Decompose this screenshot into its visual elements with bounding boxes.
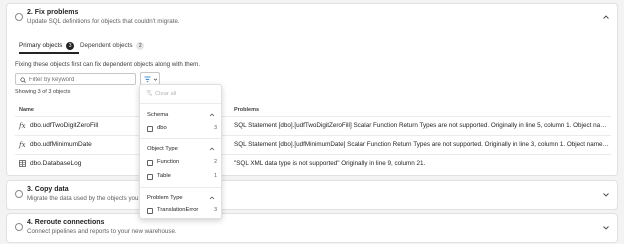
chevron-down-icon[interactable] [602, 224, 610, 232]
section-title-problem-type: Problem Type [147, 195, 183, 201]
table-row[interactable]: fx dbo.udfTwoDigitZeroFill SQL Statement… [15, 117, 611, 135]
row-problem: "SQL XML data type is not supported" Ori… [234, 160, 426, 167]
fix-problems-card: 2. Fix problems Update SQL definitions f… [6, 3, 618, 176]
divider [140, 138, 221, 139]
clear-filter-icon [146, 90, 152, 96]
step-subtitle-reroute: Connect pipelines and reports to your ne… [27, 228, 177, 235]
row-problem: SQL Statement [dbo].[udfMinimumDate] Sca… [234, 141, 610, 148]
row-name: dbo.udfTwoDigitZeroFill [30, 122, 99, 129]
tab-primary-objects[interactable]: Primary objects 3 [19, 42, 75, 50]
tab-dependent-label: Dependent objects [80, 42, 133, 49]
search-input[interactable] [29, 75, 133, 84]
step-subtitle-copy-data: Migrate the data used by the objects you… [27, 195, 151, 202]
column-header-problems[interactable]: Problems [234, 107, 259, 113]
active-tab-indicator [19, 52, 79, 54]
option-label: TranslationError [157, 207, 199, 213]
chevron-up-icon[interactable] [602, 13, 610, 21]
chevron-down-icon [153, 78, 158, 81]
table-row[interactable]: dbo.DatabaseLog "SQL XML data type is no… [15, 155, 611, 173]
checkbox[interactable] [147, 160, 153, 166]
step-status-circle [15, 190, 23, 198]
filter-popup: Clear all Schema dbo 3 Object Type Funct… [139, 84, 222, 219]
option-count: 3 [213, 207, 217, 213]
checkbox[interactable] [147, 208, 153, 214]
option-label: dbo [157, 125, 167, 131]
table-row[interactable]: fx dbo.udfMinimumDate SQL Statement [dbo… [15, 136, 611, 154]
step-title-fix-problems: 2. Fix problems [27, 9, 79, 16]
function-icon: fx [19, 141, 26, 149]
filter-icon [144, 76, 151, 82]
option-label: Table [157, 173, 171, 179]
step-status-circle [15, 223, 23, 231]
chevron-up-icon[interactable] [209, 146, 215, 152]
table-icon [19, 160, 27, 168]
tab-primary-label: Primary objects [19, 42, 63, 49]
option-label: Function [157, 159, 180, 165]
search-icon [20, 77, 26, 83]
checkbox[interactable] [147, 126, 153, 132]
divider [140, 187, 221, 188]
chevron-down-icon[interactable] [602, 191, 610, 199]
option-count: 2 [213, 159, 217, 165]
clear-all-button[interactable]: Clear all [146, 90, 176, 97]
row-name: dbo.DatabaseLog [30, 160, 82, 167]
reroute-connections-card[interactable]: 4. Reroute connections Connect pipelines… [6, 213, 618, 243]
step-title-reroute: 4. Reroute connections [27, 219, 105, 226]
option-count: 1 [213, 173, 217, 179]
column-header-name[interactable]: Name [19, 107, 34, 113]
filter-option-table[interactable]: Table 1 [147, 173, 217, 182]
step-title-copy-data: 3. Copy data [27, 186, 69, 193]
filter-option-function[interactable]: Function 2 [147, 159, 217, 168]
step-status-circle [15, 13, 23, 21]
chevron-up-icon[interactable] [209, 195, 215, 201]
info-text: Fixing these objects first can fix depen… [15, 61, 201, 68]
row-problem: SQL Statement [dbo].[udfTwoDigitZeroFill… [234, 122, 610, 129]
row-name: dbo.udfMinimumDate [30, 141, 92, 148]
option-count: 3 [213, 125, 217, 131]
step-subtitle-fix-problems: Update SQL definitions for objects that … [27, 18, 180, 25]
filter-option-dbo[interactable]: dbo 3 [147, 125, 217, 134]
section-title-schema: Schema [147, 112, 169, 118]
checkbox[interactable] [147, 174, 153, 180]
tab-dependent-objects[interactable]: Dependent objects 2 [80, 42, 145, 50]
showing-count: Showing 3 of 3 objects [15, 89, 71, 95]
chevron-up-icon[interactable] [209, 112, 215, 118]
filter-option-translation-error[interactable]: TranslationError 3 [147, 207, 217, 216]
search-box[interactable] [15, 73, 136, 85]
clear-all-label: Clear all [155, 91, 177, 97]
section-title-object-type: Object Type [147, 146, 178, 152]
tab-dependent-count: 2 [136, 42, 145, 50]
function-icon: fx [19, 122, 26, 130]
divider [140, 103, 221, 104]
copy-data-card[interactable]: 3. Copy data Migrate the data used by th… [6, 180, 618, 210]
tab-primary-count: 3 [66, 42, 75, 50]
